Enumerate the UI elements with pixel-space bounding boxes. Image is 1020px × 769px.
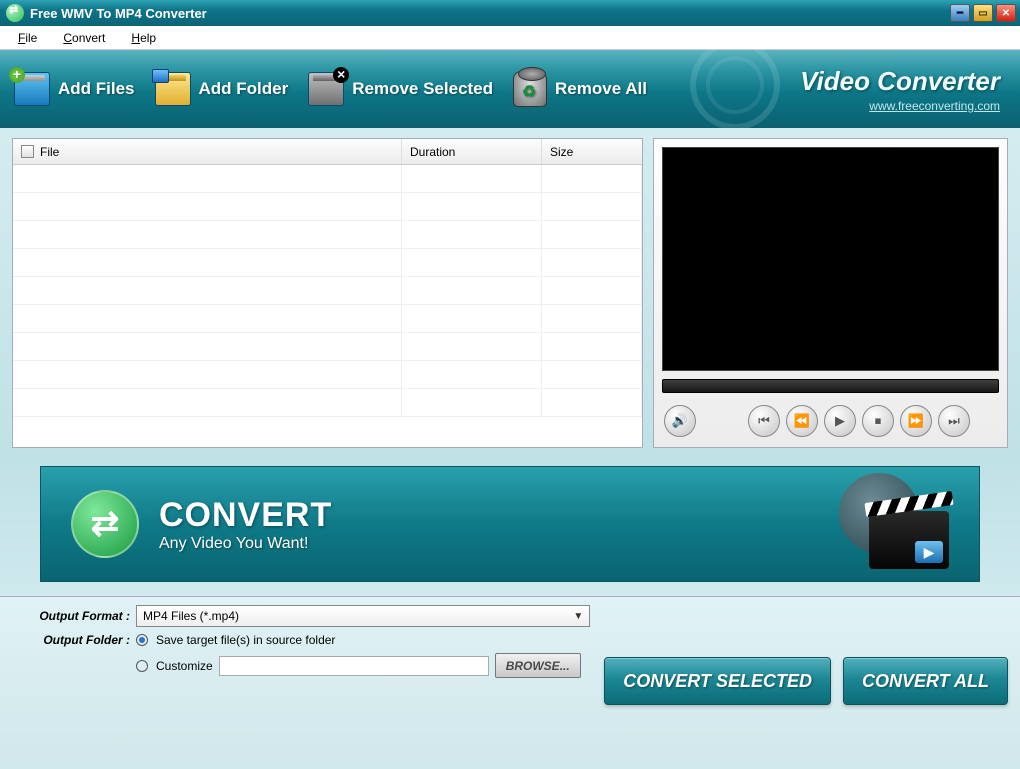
table-row xyxy=(13,249,642,277)
table-row xyxy=(13,361,642,389)
add-files-label: Add Files xyxy=(58,79,135,99)
remove-all-button[interactable]: Remove All xyxy=(513,71,647,107)
add-files-icon xyxy=(14,72,50,106)
maximize-button[interactable]: ▭ xyxy=(973,4,993,22)
convert-all-button[interactable]: CONVERT ALL xyxy=(843,657,1008,705)
custom-folder-input[interactable] xyxy=(219,656,489,676)
preview-video-area[interactable] xyxy=(662,147,999,371)
banner-text: CONVERT Any Video You Want! xyxy=(159,496,332,553)
titlebar[interactable]: Free WMV To MP4 Converter ━ ▭ ✕ xyxy=(0,0,1020,26)
menu-convert[interactable]: Convert xyxy=(53,28,115,48)
menubar: File Convert Help xyxy=(0,26,1020,50)
table-row xyxy=(13,333,642,361)
banner-graphic xyxy=(829,479,949,569)
column-file-label: File xyxy=(40,145,59,159)
convert-selected-button[interactable]: CONVERT SELECTED xyxy=(604,657,831,705)
banner-area: ⇄ CONVERT Any Video You Want! xyxy=(0,458,1020,596)
skip-start-button[interactable]: ⏮ xyxy=(748,405,780,437)
remove-selected-label: Remove Selected xyxy=(352,79,493,99)
preview-panel: 🔊 ⏮ ⏪ ▶ ⏹ ⏩ ⏭ xyxy=(653,138,1008,448)
banner-subtitle: Any Video You Want! xyxy=(159,535,332,553)
convert-banner[interactable]: ⇄ CONVERT Any Video You Want! xyxy=(40,466,980,582)
file-list-panel: File Duration Size xyxy=(12,138,643,448)
column-duration[interactable]: Duration xyxy=(402,139,542,164)
table-row xyxy=(13,277,642,305)
bottom-bar: Output Format : MP4 Files (*.mp4) ▼ Outp… xyxy=(0,596,1020,769)
table-row xyxy=(13,305,642,333)
toolbar: Add Files Add Folder Remove Selected Rem… xyxy=(0,50,1020,128)
rewind-button[interactable]: ⏪ xyxy=(786,405,818,437)
play-button[interactable]: ▶ xyxy=(824,405,856,437)
remove-all-label: Remove All xyxy=(555,79,647,99)
radio-customize-label: Customize xyxy=(156,659,213,673)
output-settings: Output Format : MP4 Files (*.mp4) ▼ Outp… xyxy=(12,605,590,757)
brand-reel-decoration xyxy=(690,50,780,128)
brand-block: Video Converter www.freeconverting.com xyxy=(800,66,1006,113)
menu-file[interactable]: File xyxy=(8,28,47,48)
radio-save-source[interactable] xyxy=(136,634,148,646)
brand-link[interactable]: www.freeconverting.com xyxy=(800,99,1000,113)
chevron-down-icon: ▼ xyxy=(573,611,583,622)
preview-controls: 🔊 ⏮ ⏪ ▶ ⏹ ⏩ ⏭ xyxy=(662,403,999,439)
remove-selected-button[interactable]: Remove Selected xyxy=(308,72,493,106)
output-format-select[interactable]: MP4 Files (*.mp4) ▼ xyxy=(136,605,590,627)
volume-button[interactable]: 🔊 xyxy=(664,405,696,437)
clapperboard-icon xyxy=(869,511,949,569)
column-size-label: Size xyxy=(550,145,573,159)
remove-all-icon xyxy=(513,71,547,107)
output-format-label: Output Format : xyxy=(12,609,130,623)
brand-title: Video Converter xyxy=(800,66,1000,97)
file-list-body[interactable] xyxy=(13,165,642,447)
remove-selected-icon xyxy=(308,72,344,106)
menu-help[interactable]: Help xyxy=(121,28,166,48)
table-row xyxy=(13,193,642,221)
main-area: File Duration Size xyxy=(0,128,1020,458)
add-folder-button[interactable]: Add Folder xyxy=(155,72,289,106)
browse-button[interactable]: BROWSE... xyxy=(495,653,581,678)
column-size[interactable]: Size xyxy=(542,139,642,164)
add-files-button[interactable]: Add Files xyxy=(14,72,135,106)
app-logo-icon xyxy=(6,4,24,22)
forward-button[interactable]: ⏩ xyxy=(900,405,932,437)
file-list-header: File Duration Size xyxy=(13,139,642,165)
close-button[interactable]: ✕ xyxy=(996,4,1016,22)
table-row xyxy=(13,389,642,417)
window-title: Free WMV To MP4 Converter xyxy=(30,6,950,21)
table-row xyxy=(13,221,642,249)
column-duration-label: Duration xyxy=(410,145,455,159)
select-all-checkbox[interactable] xyxy=(21,145,34,158)
convert-banner-icon: ⇄ xyxy=(71,490,139,558)
output-folder-label: Output Folder : xyxy=(12,633,130,647)
minimize-button[interactable]: ━ xyxy=(950,4,970,22)
preview-scrubber[interactable] xyxy=(662,379,999,393)
stop-button[interactable]: ⏹ xyxy=(862,405,894,437)
action-buttons: CONVERT SELECTED CONVERT ALL xyxy=(604,605,1008,757)
app-window: Free WMV To MP4 Converter ━ ▭ ✕ File Con… xyxy=(0,0,1020,769)
table-row xyxy=(13,165,642,193)
output-format-value: MP4 Files (*.mp4) xyxy=(143,609,239,623)
add-folder-icon xyxy=(155,72,191,106)
banner-title: CONVERT xyxy=(159,496,332,535)
skip-end-button[interactable]: ⏭ xyxy=(938,405,970,437)
radio-customize[interactable] xyxy=(136,660,148,672)
column-file[interactable]: File xyxy=(13,139,402,164)
add-folder-label: Add Folder xyxy=(199,79,289,99)
radio-save-source-label: Save target file(s) in source folder xyxy=(156,633,335,647)
